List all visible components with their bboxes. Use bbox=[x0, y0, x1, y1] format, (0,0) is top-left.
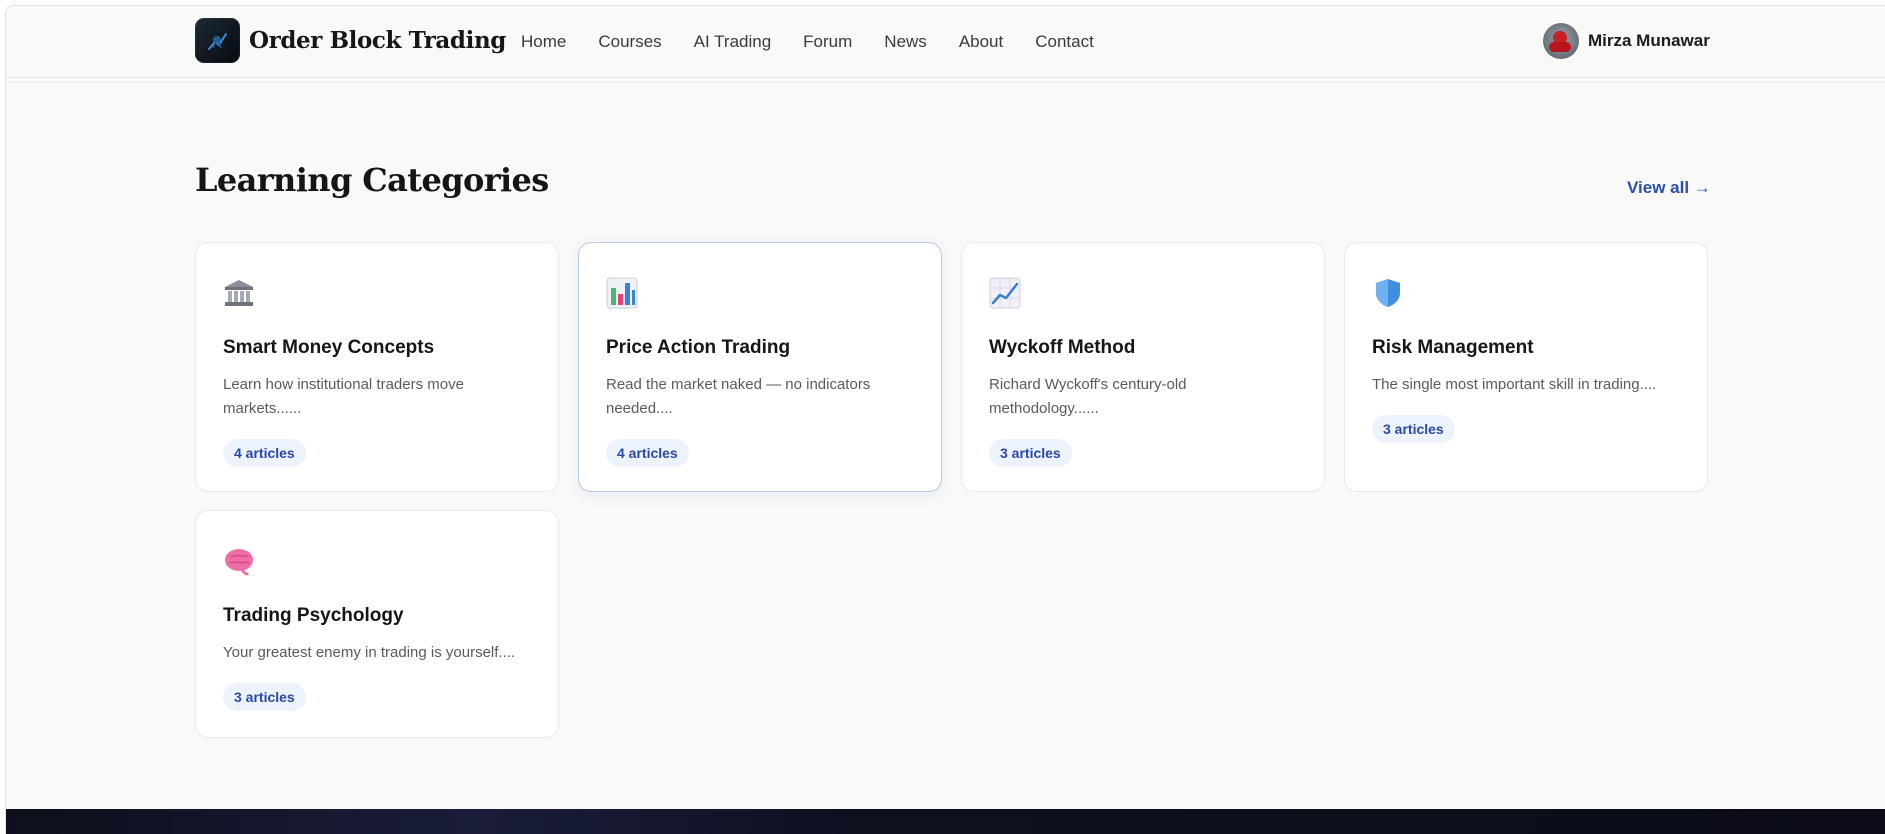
logo-icon bbox=[195, 18, 240, 63]
category-card-price-action-trading[interactable]: Price Action Trading Read the market nak… bbox=[578, 242, 942, 492]
trending-up-chart-icon bbox=[989, 277, 1021, 309]
category-title: Trading Psychology bbox=[223, 605, 404, 626]
site-footer bbox=[6, 809, 1885, 834]
nav-forum[interactable]: Forum bbox=[803, 32, 852, 52]
avatar bbox=[1543, 23, 1579, 59]
user-menu[interactable]: Mirza Munawar bbox=[1543, 23, 1710, 59]
user-name: Mirza Munawar bbox=[1588, 31, 1710, 50]
category-description: Your greatest enemy in trading is yourse… bbox=[223, 644, 516, 661]
brand[interactable]: Order Block Trading bbox=[195, 18, 506, 63]
category-description: Richard Wyckoff's century-old methodolog… bbox=[989, 376, 1187, 417]
nav-contact[interactable]: Contact bbox=[1035, 32, 1094, 52]
bank-icon bbox=[225, 280, 253, 306]
article-count-badge: 3 articles bbox=[1372, 415, 1455, 443]
nav-ai-trading[interactable]: AI Trading bbox=[694, 32, 772, 52]
main-nav: Home Courses AI Trading Forum News About… bbox=[521, 32, 1126, 52]
article-count-badge: 4 articles bbox=[606, 439, 689, 467]
category-title: Risk Management bbox=[1372, 337, 1534, 358]
category-title: Smart Money Concepts bbox=[223, 337, 435, 358]
category-title: Price Action Trading bbox=[606, 337, 791, 358]
nav-news[interactable]: News bbox=[884, 32, 927, 52]
category-card-wyckoff-method[interactable]: Wyckoff Method Richard Wyckoff's century… bbox=[961, 242, 1325, 492]
nav-about[interactable]: About bbox=[959, 32, 1003, 52]
nav-home[interactable]: Home bbox=[521, 32, 566, 52]
category-card-trading-psychology[interactable]: Trading Psychology Your greatest enemy i… bbox=[195, 510, 559, 738]
shield-icon bbox=[1376, 279, 1400, 307]
article-count-badge: 4 articles bbox=[223, 439, 306, 467]
category-description: The single most important skill in tradi… bbox=[1372, 376, 1657, 393]
article-count-badge: 3 articles bbox=[989, 439, 1072, 467]
category-description: Read the market naked — no indicators ne… bbox=[606, 376, 871, 417]
category-title: Wyckoff Method bbox=[989, 337, 1136, 358]
nav-courses[interactable]: Courses bbox=[598, 32, 661, 52]
site-header: Order Block Trading Home Courses AI Trad… bbox=[6, 6, 1885, 83]
bar-chart-icon bbox=[606, 277, 638, 309]
page-frame: Order Block Trading Home Courses AI Trad… bbox=[5, 5, 1885, 834]
brain-icon bbox=[225, 549, 253, 576]
brand-name: Order Block Trading bbox=[249, 27, 506, 54]
category-description: Learn how institutional traders move mar… bbox=[223, 376, 464, 417]
article-count-badge: 3 articles bbox=[223, 683, 306, 711]
category-card-risk-management[interactable]: Risk Management The single most importan… bbox=[1344, 242, 1708, 492]
section-title: Learning Categories bbox=[195, 161, 549, 199]
category-card-smart-money-concepts[interactable]: Smart Money Concepts Learn how instituti… bbox=[195, 242, 559, 492]
view-all-link[interactable]: View all → bbox=[1627, 178, 1711, 198]
